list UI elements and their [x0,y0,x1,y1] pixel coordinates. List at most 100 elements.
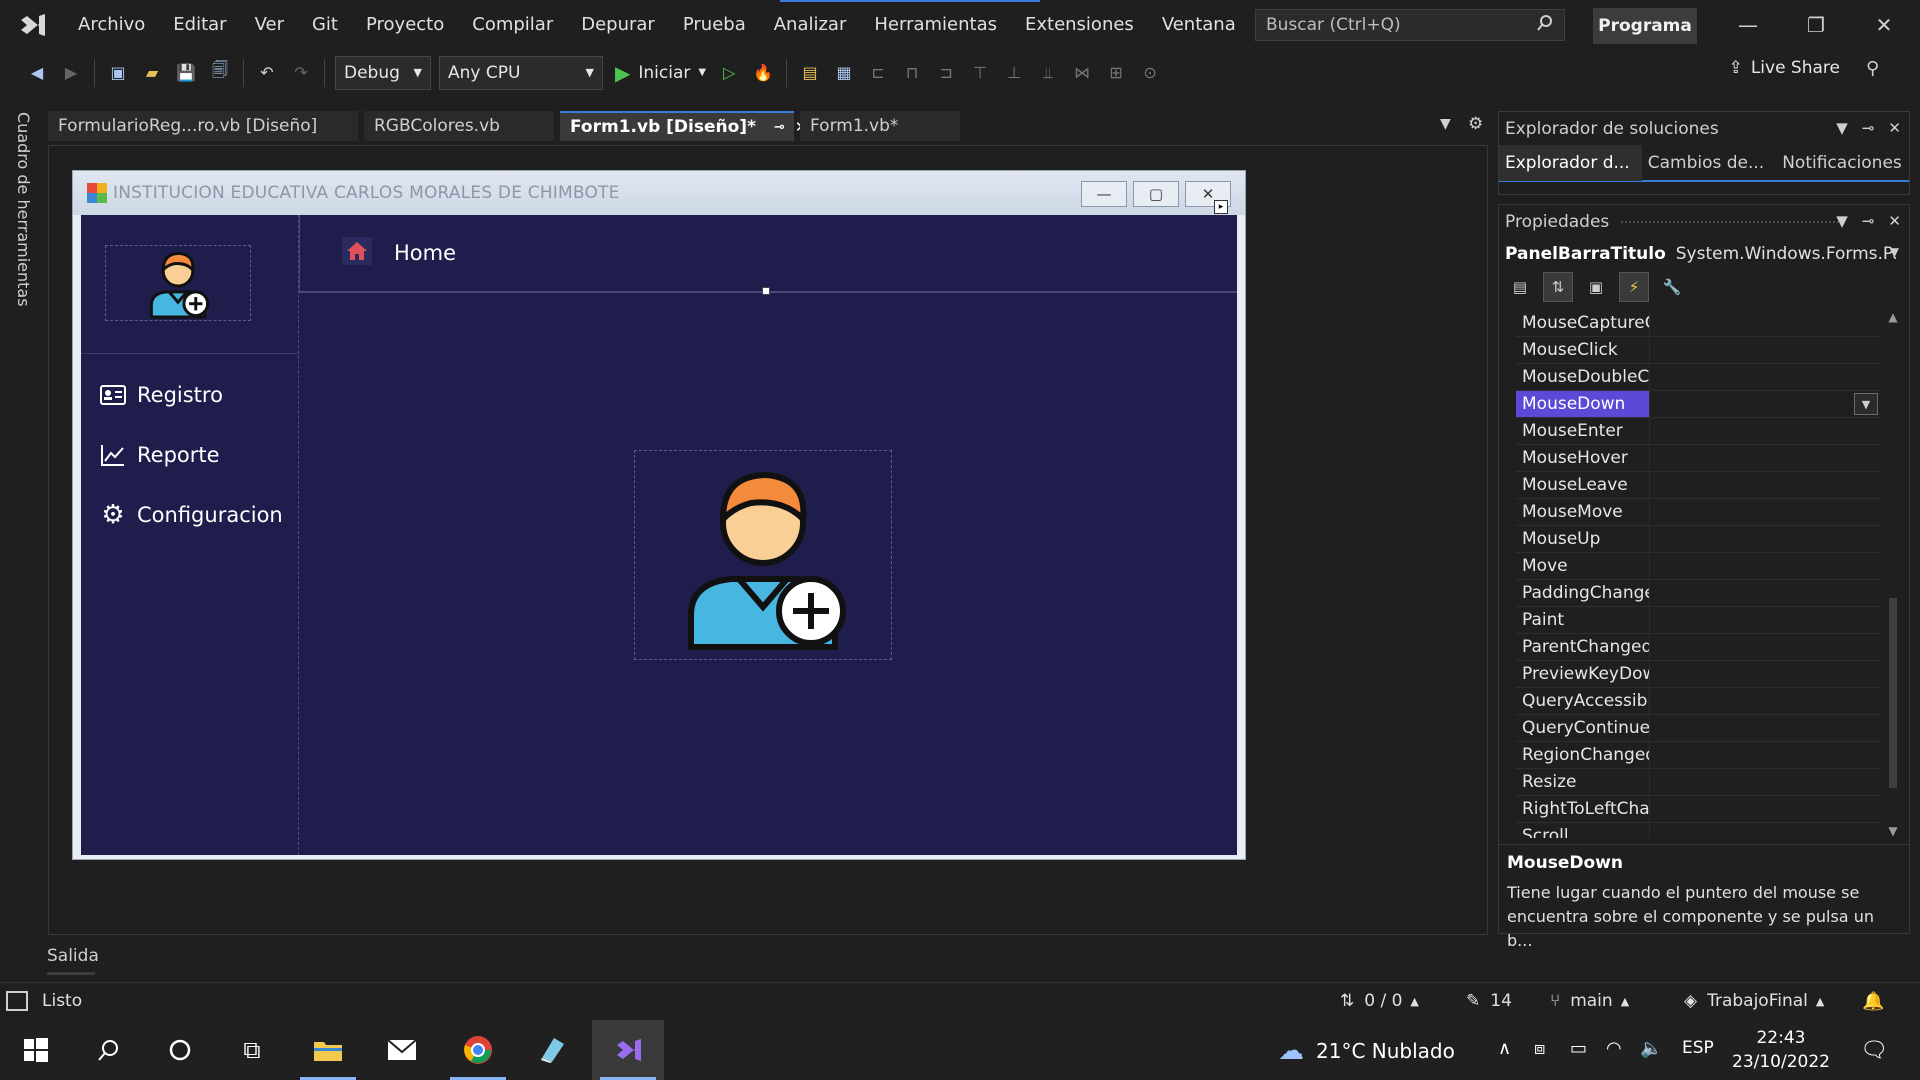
menu-editar[interactable]: Editar [159,0,240,50]
windows-start-icon[interactable] [0,1020,72,1080]
tray-chevron-up-icon[interactable]: ∧ [1498,1038,1511,1059]
menu-ventana[interactable]: Ventana [1148,0,1250,50]
pin-icon[interactable]: ⊸ [774,120,785,135]
save-icon[interactable]: 💾 [173,60,199,86]
cortana-icon[interactable] [144,1020,216,1080]
property-row[interactable]: Scroll [1516,823,1880,838]
menu-compilar[interactable]: Compilar [458,0,567,50]
spacing-icon[interactable]: ⋈ [1069,60,1095,86]
notebook-app-icon[interactable] [516,1020,588,1080]
form-maximize-button[interactable]: ▢ [1133,181,1179,207]
system-clock[interactable]: 22:43 23/10/2022 [1732,1026,1830,1074]
align-middle-icon[interactable]: ⊥ [1001,60,1027,86]
forward-icon[interactable]: ▶ [58,60,84,86]
save-all-icon[interactable]: 🗐 [207,60,233,86]
zoom-icon[interactable]: ⊙ [1137,60,1163,86]
configuration-select[interactable]: Debug ▼ [335,55,431,90]
center-picturebox[interactable] [634,450,892,660]
close-button[interactable]: ✕ [1850,0,1918,50]
menu-prueba[interactable]: Prueba [669,0,760,50]
pin-icon[interactable]: ⊸ [1862,212,1875,230]
start-without-debug-icon[interactable]: ▷ [716,60,742,86]
property-row[interactable]: MouseCaptureC [1516,310,1880,337]
restore-button[interactable]: ❐ [1782,0,1850,50]
minimize-button[interactable]: — [1714,0,1782,50]
property-value[interactable] [1650,310,1880,336]
align-top-icon[interactable]: ⊤ [967,60,993,86]
property-value[interactable] [1650,715,1880,741]
tab-git-changes[interactable]: Cambios de... [1642,145,1777,181]
property-value[interactable] [1650,499,1880,525]
chevron-down-icon[interactable]: ▼ [1836,212,1848,230]
home-icon[interactable] [342,237,372,265]
redo-icon[interactable]: ↷ [288,60,314,86]
program-badge[interactable]: Programa [1593,8,1697,44]
smart-tag-arrow-icon[interactable]: ▸ [1214,200,1228,214]
battery-icon[interactable]: ▭ [1570,1038,1587,1059]
property-row[interactable]: MouseLeave [1516,472,1880,499]
property-row[interactable]: MouseDoubleCl [1516,364,1880,391]
property-pages-wrench-icon[interactable]: 🔧 [1657,272,1687,302]
live-share-button[interactable]: ⇪ Live Share [1729,58,1840,78]
property-value[interactable] [1650,364,1880,390]
property-value[interactable] [1650,418,1880,444]
platform-select[interactable]: Any CPU ▼ [439,55,603,90]
property-value[interactable] [1650,472,1880,498]
tab-solution-explorer[interactable]: Explorador d... [1499,145,1642,181]
tab-form1-design[interactable]: Form1.vb [Diseño]* ⊸ ✕ [560,111,807,141]
output-panel-tab[interactable]: Salida [47,946,99,966]
undo-icon[interactable]: ↶ [254,60,280,86]
property-row[interactable]: Move [1516,553,1880,580]
action-center-icon[interactable]: 🗨 [1860,1038,1888,1063]
property-value[interactable] [1650,769,1880,795]
property-value[interactable] [1650,580,1880,606]
property-row[interactable]: RightToLeftChan [1516,796,1880,823]
tab-formularioreg[interactable]: FormularioReg...ro.vb [Diseño] [48,111,358,141]
align-bottom-icon[interactable]: ⫫ [1035,60,1061,86]
menu-analizar[interactable]: Analizar [760,0,861,50]
tab-notifications[interactable]: Notificaciones [1776,145,1914,181]
close-icon[interactable]: ✕ [1888,212,1901,230]
property-row[interactable]: Resize [1516,769,1880,796]
sidebar-item-configuracion[interactable]: ⚙ Configuracion [99,497,282,533]
property-value[interactable] [1650,823,1880,838]
scroll-thumb[interactable] [1889,598,1897,788]
status-repo[interactable]: ◈ TrabajoFinal ▲ [1684,991,1824,1011]
property-value[interactable] [1650,445,1880,471]
menu-git[interactable]: Git [298,0,352,50]
feedback-icon[interactable]: ⚲ [1866,58,1879,79]
menu-herramientas[interactable]: Herramientas [860,0,1011,50]
tab-overflow-chevron-icon[interactable]: ▼ [1440,116,1451,132]
categorized-icon[interactable]: ▤ [1505,272,1535,302]
search-icon[interactable] [72,1020,144,1080]
property-row[interactable]: QueryAccessibili [1516,688,1880,715]
weather-widget[interactable]: ☁ 21°C Nublado [1278,1036,1455,1066]
sidebar-item-registro[interactable]: Registro [99,377,223,413]
sidebar-item-reporte[interactable]: Reporte [99,437,220,473]
task-view-icon[interactable]: ⧉ [216,1020,288,1080]
layout-icon[interactable]: ▦ [831,60,857,86]
mail-icon[interactable] [366,1020,438,1080]
property-value[interactable] [1650,688,1880,714]
property-row[interactable]: MouseUp [1516,526,1880,553]
chevron-down-icon[interactable]: ▼ [1836,119,1848,137]
status-changes[interactable]: ⇅ 0 / 0 ▲ [1340,991,1419,1011]
file-explorer-icon[interactable] [292,1020,364,1080]
close-icon[interactable]: ✕ [1888,119,1901,137]
form-titlebar[interactable]: INSTITUCION EDUCATIVA CARLOS MORALES DE … [73,171,1245,215]
event-dropdown-chevron-icon[interactable]: ▼ [1854,393,1878,415]
tab-settings-gear-icon[interactable]: ⚙ [1468,114,1483,134]
property-row[interactable]: QueryContinueD [1516,715,1880,742]
property-value[interactable] [1650,634,1880,660]
open-folder-icon[interactable]: ▰ [139,60,165,86]
property-row[interactable]: Paint [1516,607,1880,634]
property-row[interactable]: ParentChanged [1516,634,1880,661]
property-row[interactable]: PreviewKeyDowı [1516,661,1880,688]
notifications-bell-icon[interactable]: 🔔 [1862,991,1884,1012]
property-value[interactable] [1650,796,1880,822]
solution-icon[interactable]: ▤ [797,60,823,86]
property-value[interactable] [1650,742,1880,768]
language-indicator[interactable]: ESP [1682,1038,1714,1058]
size-icon[interactable]: ⊞ [1103,60,1129,86]
align-left-icon[interactable]: ⊏ [865,60,891,86]
